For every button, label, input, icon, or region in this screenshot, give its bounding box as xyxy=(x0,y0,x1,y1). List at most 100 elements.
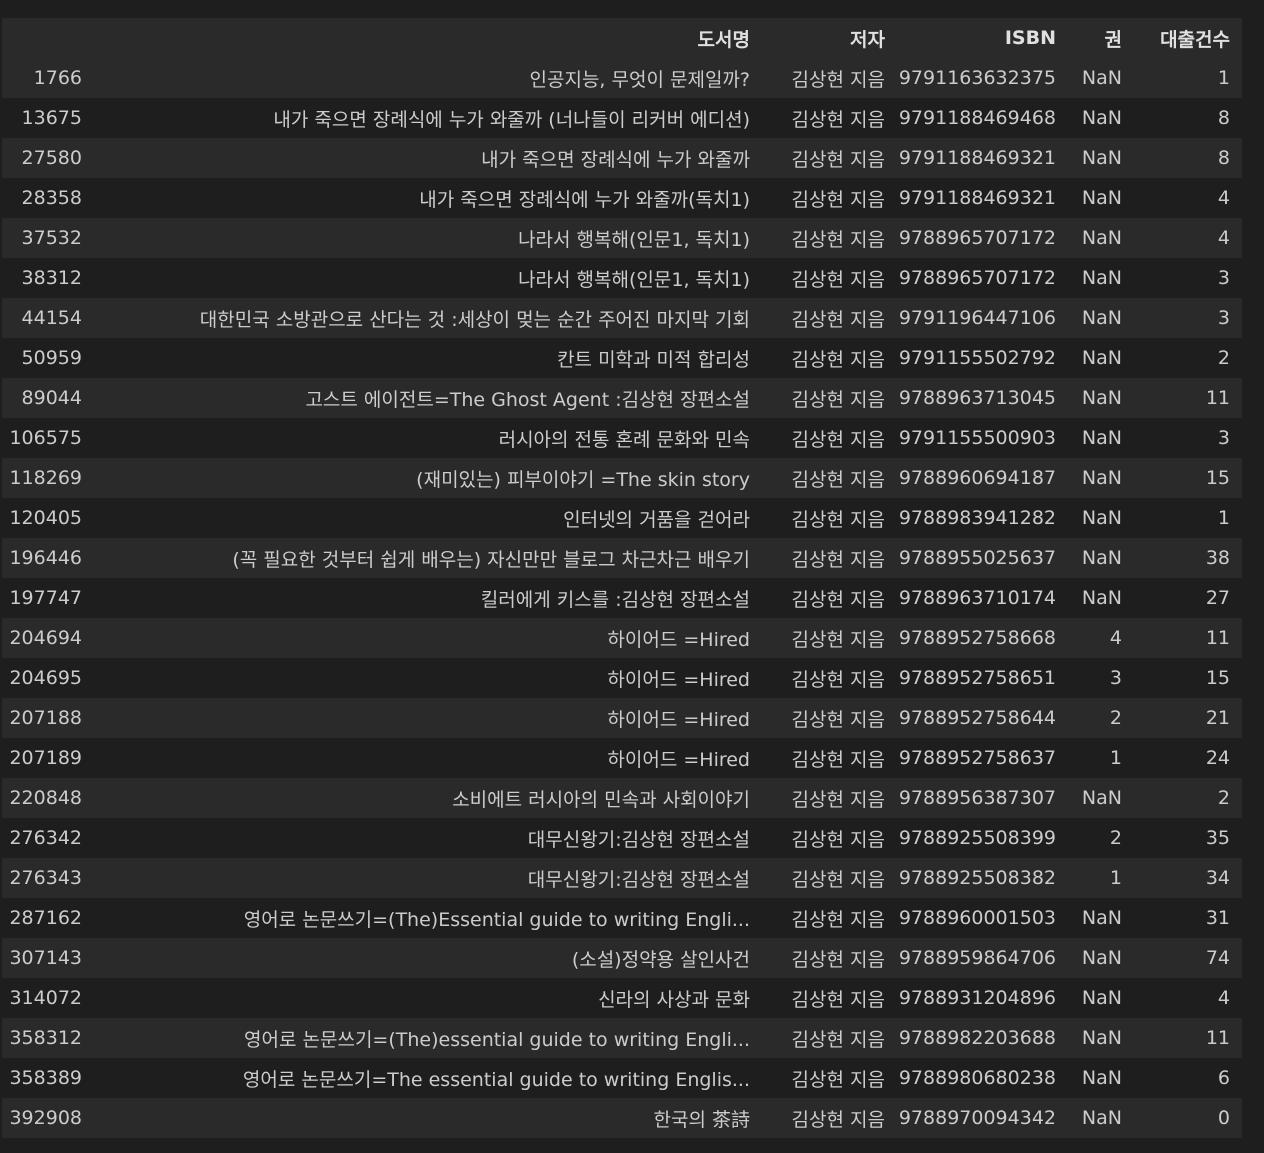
row-index: 118269 xyxy=(9,467,82,489)
volume: 3 xyxy=(1109,667,1122,689)
table-row: 196446 (꼭 필요한 것부터 쉽게 배우는) 자신만만 블로그 차근차근 배… xyxy=(2,538,1242,578)
table-row: 207189 하이어드 =Hired 김상현 지음 9788952758637 1 24 xyxy=(2,738,1242,778)
loan-count: 4 xyxy=(1217,187,1230,209)
isbn: 9791196447106 xyxy=(898,307,1056,329)
loan-count: 24 xyxy=(1205,747,1230,769)
isbn: 9788963710174 xyxy=(898,587,1056,609)
loan-count: 8 xyxy=(1217,147,1230,169)
isbn: 9791155502792 xyxy=(898,347,1056,369)
book-title: (꼭 필요한 것부터 쉽게 배우는) 자신만만 블로그 차근차근 배우기 xyxy=(232,548,750,571)
table-row: 37532 나라서 행복해(인문1, 독치1) 김상현 지음 978896570717… xyxy=(2,218,1242,258)
loan-count: 27 xyxy=(1205,587,1230,609)
book-title: 한국의 茶詩 xyxy=(653,1108,750,1131)
volume: NaN xyxy=(1081,507,1122,529)
author: 김상현 지음 xyxy=(791,788,885,811)
volume: 1 xyxy=(1109,867,1122,889)
book-title: 대한민국 소방관으로 산다는 것 :세상이 멎는 순간 주어진 마지막 기회 xyxy=(199,308,750,331)
loan-count: 3 xyxy=(1217,267,1230,289)
loan-count: 3 xyxy=(1217,307,1230,329)
author: 김상현 지음 xyxy=(791,1068,885,1091)
table-row: 358312 영어로 논문쓰기=(The)essential guide to w… xyxy=(2,1018,1242,1058)
author: 김상현 지음 xyxy=(791,708,885,731)
isbn: 9788931204896 xyxy=(898,987,1056,1009)
volume: NaN xyxy=(1081,1067,1122,1089)
book-title: 하이어드 =Hired xyxy=(607,708,750,731)
loan-count: 2 xyxy=(1217,347,1230,369)
header-row: 도서명 저자 ISBN 권 대출건수 xyxy=(2,18,1242,58)
author: 김상현 지음 xyxy=(791,828,885,851)
book-title: 하이어드 =Hired xyxy=(607,628,750,651)
table-row: 13675 내가 죽으면 장례식에 누가 와줄까 (너나들이 리커버 에디션) 김상… xyxy=(2,98,1242,138)
isbn: 9788956387307 xyxy=(898,787,1056,809)
row-index: 392908 xyxy=(9,1107,82,1129)
book-title: 나라서 행복해(인문1, 독치1) xyxy=(518,228,750,251)
author: 김상현 지음 xyxy=(791,908,885,931)
author: 김상현 지음 xyxy=(791,148,885,171)
author: 김상현 지음 xyxy=(791,628,885,651)
table-row: 50959 칸트 미학과 미적 합리성 김상현 지음 9791155502792 NaN… xyxy=(2,338,1242,378)
row-index: 38312 xyxy=(21,267,82,289)
book-title: 나라서 행복해(인문1, 독치1) xyxy=(518,268,750,291)
table-row: 120405 인터넷의 거품을 걷어라 김상현 지음 9788983941282 NaN… xyxy=(2,498,1242,538)
volume: 4 xyxy=(1109,627,1122,649)
loan-count: 4 xyxy=(1217,227,1230,249)
volume: NaN xyxy=(1081,547,1122,569)
notebook-output-cell: 도서명 저자 ISBN 권 대출건수 1766 인공지능, 무엇이 문제일까? 김상현 지음… xyxy=(0,0,1264,1153)
table-row: 204694 하이어드 =Hired 김상현 지음 9788952758668 4 11 xyxy=(2,618,1242,658)
book-title: 대무신왕기:김상현 장편소설 xyxy=(527,828,750,851)
isbn: 9788925508399 xyxy=(898,827,1056,849)
volume: NaN xyxy=(1081,907,1122,929)
row-index: 287162 xyxy=(9,907,82,929)
table-row: 307143 (소설)정약용 살인사건 김상현 지음 9788959864706 NaN… xyxy=(2,938,1242,978)
isbn: 9791188469321 xyxy=(898,147,1056,169)
table-row: 392908 한국의 茶詩 김상현 지음 9788970094342 NaN 0 xyxy=(2,1098,1242,1138)
row-index: 314072 xyxy=(9,987,82,1009)
author: 김상현 지음 xyxy=(791,188,885,211)
author: 김상현 지음 xyxy=(791,108,885,131)
table-row: 358389 영어로 논문쓰기=The essential guide to wr… xyxy=(2,1058,1242,1098)
book-title: 인터넷의 거품을 걷어라 xyxy=(563,508,750,531)
loan-count: 6 xyxy=(1217,1067,1230,1089)
row-index: 44154 xyxy=(21,307,82,329)
table-row: 276342 대무신왕기:김상현 장편소설 김상현 지음 9788925508399 2… xyxy=(2,818,1242,858)
table-row: 28358 내가 죽으면 장례식에 누가 와줄까(독치1) 김상현 지음 979118… xyxy=(2,178,1242,218)
loan-count: 11 xyxy=(1205,1027,1230,1049)
volume: NaN xyxy=(1081,67,1122,89)
table-header: 도서명 저자 ISBN 권 대출건수 xyxy=(2,18,1242,58)
row-index: 220848 xyxy=(9,787,82,809)
volume: 2 xyxy=(1109,827,1122,849)
isbn: 9788965707172 xyxy=(898,267,1056,289)
author: 김상현 지음 xyxy=(791,68,885,91)
isbn-header: ISBN xyxy=(1004,27,1056,49)
isbn: 9788963713045 xyxy=(898,387,1056,409)
author: 김상현 지음 xyxy=(791,868,885,891)
loan-count: 38 xyxy=(1205,547,1230,569)
table-row: 314072 신라의 사상과 문화 김상현 지음 9788931204896 NaN 4 xyxy=(2,978,1242,1018)
isbn: 9788982203688 xyxy=(898,1027,1056,1049)
book-title: (소설)정약용 살인사건 xyxy=(571,948,750,971)
table-row: 220848 소비에트 러시아의 민속과 사회이야기 김상현 지음 978895638… xyxy=(2,778,1242,818)
isbn: 9788952758668 xyxy=(898,627,1056,649)
author: 김상현 지음 xyxy=(791,948,885,971)
row-index: 28358 xyxy=(21,187,82,209)
isbn: 9788965707172 xyxy=(898,227,1056,249)
loan-count: 34 xyxy=(1205,867,1230,889)
row-index: 307143 xyxy=(9,947,82,969)
loan-count: 1 xyxy=(1217,507,1230,529)
isbn: 9788959864706 xyxy=(898,947,1056,969)
book-title: (재미있는) 피부이야기 =The skin story xyxy=(416,468,750,491)
book-title: 영어로 논문쓰기=The essential guide to writing … xyxy=(242,1068,750,1091)
isbn: 9788980680238 xyxy=(898,1067,1056,1089)
row-index: 89044 xyxy=(21,387,82,409)
volume: NaN xyxy=(1081,987,1122,1009)
author-header: 저자 xyxy=(850,28,885,51)
isbn: 9791188469321 xyxy=(898,187,1056,209)
isbn: 9791155500903 xyxy=(898,427,1056,449)
author: 김상현 지음 xyxy=(791,548,885,571)
book-title: 내가 죽으면 장례식에 누가 와줄까 (너나들이 리커버 에디션) xyxy=(273,108,750,131)
loan-count: 2 xyxy=(1217,787,1230,809)
row-index: 197747 xyxy=(9,587,82,609)
row-index: 204695 xyxy=(9,667,82,689)
row-index: 196446 xyxy=(9,547,82,569)
isbn: 9788952758637 xyxy=(898,747,1056,769)
